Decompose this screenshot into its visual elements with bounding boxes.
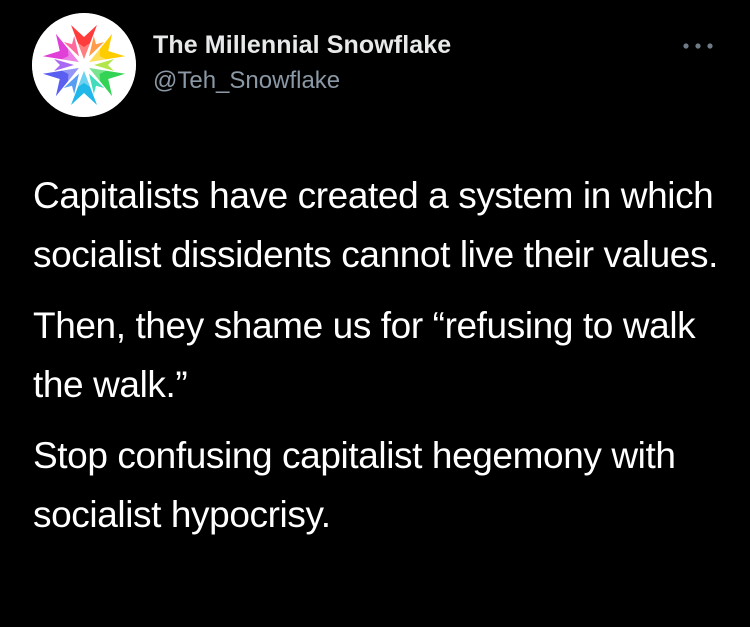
snowflake-icon <box>32 13 136 117</box>
display-name[interactable]: The Millennial Snowflake <box>153 31 451 60</box>
tweet-card: The Millennial Snowflake @Teh_Snowflake … <box>0 0 750 627</box>
more-dots-icon <box>683 43 713 49</box>
tweet-paragraph: Then, they shame us for “refusing to wal… <box>33 305 696 405</box>
user-handle[interactable]: @Teh_Snowflake <box>153 67 340 95</box>
more-options-button[interactable] <box>680 36 716 56</box>
tweet-text: Capitalists have created a system in whi… <box>33 166 733 556</box>
avatar[interactable] <box>32 13 136 117</box>
tweet-paragraph: Capitalists have created a system in whi… <box>33 175 718 275</box>
tweet-paragraph: Stop confusing capitalist hegemony with … <box>33 435 676 535</box>
